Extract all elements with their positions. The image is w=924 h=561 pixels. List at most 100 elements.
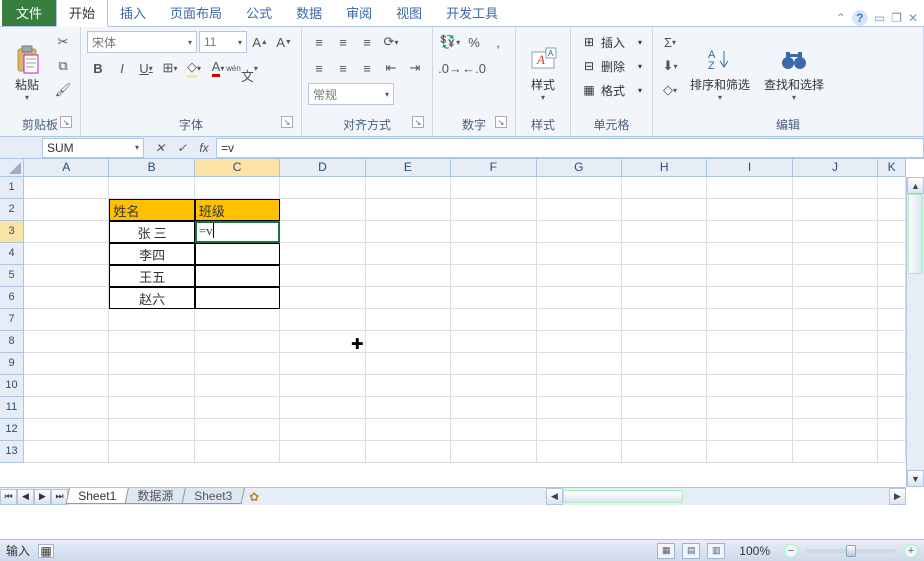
cell[interactable] xyxy=(707,221,792,243)
cell[interactable] xyxy=(109,441,194,463)
cell[interactable] xyxy=(109,419,194,441)
cell[interactable] xyxy=(537,331,622,353)
column-header[interactable]: A xyxy=(24,159,109,176)
tab-insert[interactable]: 插入 xyxy=(108,0,158,26)
fill-button[interactable]: ⬇▾ xyxy=(659,55,681,77)
cell[interactable] xyxy=(280,265,365,287)
column-header[interactable]: H xyxy=(622,159,707,176)
styles-button[interactable]: AA 样式 ▾ xyxy=(522,31,564,114)
cell[interactable]: 赵六 xyxy=(109,287,194,309)
cell[interactable] xyxy=(24,221,109,243)
row-header[interactable]: 8 xyxy=(0,331,23,353)
cell[interactable] xyxy=(878,287,906,309)
cell[interactable] xyxy=(24,353,109,375)
cell[interactable] xyxy=(280,331,365,353)
column-header[interactable]: I xyxy=(707,159,792,176)
page-break-view-button[interactable]: ▥ xyxy=(707,543,725,559)
cell[interactable] xyxy=(195,441,280,463)
phonetic-button[interactable]: wén文▾ xyxy=(231,57,253,79)
minimize-ribbon-icon[interactable]: ⌃ xyxy=(836,11,846,25)
comma-button[interactable]: , xyxy=(487,31,509,53)
cell[interactable] xyxy=(280,309,365,331)
orientation-button[interactable]: ⟳▾ xyxy=(380,31,402,53)
cell[interactable] xyxy=(280,375,365,397)
cell[interactable] xyxy=(537,265,622,287)
cell[interactable] xyxy=(707,265,792,287)
cell[interactable]: 姓名 xyxy=(109,199,194,221)
cell[interactable] xyxy=(109,309,194,331)
column-header[interactable]: B xyxy=(109,159,194,176)
spreadsheet-grid[interactable]: ABCDEFGHIJK 12345678910111213 ✚ 姓名班级张 三=… xyxy=(0,159,924,505)
column-header[interactable]: J xyxy=(793,159,878,176)
row-header[interactable]: 12 xyxy=(0,419,23,441)
row-header[interactable]: 3 xyxy=(0,221,23,243)
select-all-button[interactable] xyxy=(0,159,24,177)
cell[interactable] xyxy=(280,199,365,221)
sort-filter-button[interactable]: AZ 排序和筛选▾ xyxy=(685,31,755,114)
cell[interactable]: 班级 xyxy=(195,199,280,221)
cell[interactable] xyxy=(878,353,906,375)
cell[interactable] xyxy=(195,375,280,397)
cell[interactable] xyxy=(109,331,194,353)
cell[interactable] xyxy=(707,441,792,463)
dialog-launcher-icon[interactable]: ↘ xyxy=(281,116,293,128)
wrap-select[interactable]: 常规▾ xyxy=(308,83,394,105)
tab-data[interactable]: 数据 xyxy=(284,0,334,26)
cell[interactable] xyxy=(793,287,878,309)
align-right-button[interactable]: ≡ xyxy=(356,57,378,79)
cell[interactable] xyxy=(366,331,451,353)
cell[interactable] xyxy=(622,309,707,331)
cell[interactable] xyxy=(195,309,280,331)
cell[interactable] xyxy=(537,375,622,397)
italic-button[interactable]: I xyxy=(111,57,133,79)
cell[interactable] xyxy=(280,441,365,463)
cell[interactable] xyxy=(793,419,878,441)
column-header[interactable]: F xyxy=(451,159,536,176)
row-header[interactable]: 11 xyxy=(0,397,23,419)
page-layout-view-button[interactable]: ▤ xyxy=(682,543,700,559)
cell[interactable] xyxy=(878,243,906,265)
scroll-thumb[interactable] xyxy=(563,490,683,503)
cell[interactable] xyxy=(366,375,451,397)
cell[interactable] xyxy=(366,441,451,463)
insert-cells-button[interactable]: ⊞插入▾ xyxy=(577,31,646,53)
cell[interactable] xyxy=(622,177,707,199)
row-header[interactable]: 5 xyxy=(0,265,23,287)
cell[interactable] xyxy=(878,177,906,199)
new-sheet-button[interactable]: ✿ xyxy=(249,490,259,504)
cell[interactable] xyxy=(280,243,365,265)
cell[interactable] xyxy=(537,309,622,331)
scroll-thumb[interactable] xyxy=(908,194,923,274)
cell[interactable] xyxy=(24,397,109,419)
help-icon[interactable]: ? xyxy=(852,10,868,26)
cell[interactable] xyxy=(537,243,622,265)
font-family-select[interactable]: 宋体▾ xyxy=(87,31,197,53)
cell[interactable] xyxy=(537,177,622,199)
macro-record-icon[interactable]: ▦ xyxy=(38,544,54,558)
cell[interactable] xyxy=(24,419,109,441)
cell[interactable] xyxy=(109,397,194,419)
decrease-decimal-button[interactable]: ←.0 xyxy=(463,57,485,79)
cell[interactable] xyxy=(24,199,109,221)
cell[interactable] xyxy=(280,353,365,375)
cell[interactable] xyxy=(451,397,536,419)
cell[interactable] xyxy=(24,309,109,331)
cell[interactable] xyxy=(622,419,707,441)
scroll-left-button[interactable]: ◀ xyxy=(546,488,563,505)
cell[interactable] xyxy=(707,199,792,221)
align-center-button[interactable]: ≡ xyxy=(332,57,354,79)
cell[interactable] xyxy=(366,419,451,441)
tab-home[interactable]: 开始 xyxy=(56,0,108,27)
border-button[interactable]: ⊞▾ xyxy=(159,57,181,79)
cell[interactable] xyxy=(109,375,194,397)
cell[interactable] xyxy=(878,221,906,243)
window-restore-icon[interactable]: ❐ xyxy=(891,11,902,25)
row-header[interactable]: 4 xyxy=(0,243,23,265)
sheet-tab-active[interactable]: Sheet1 xyxy=(66,488,129,504)
align-top-button[interactable]: ≡ xyxy=(308,31,330,53)
row-header[interactable]: 9 xyxy=(0,353,23,375)
name-box[interactable]: SUM▾ xyxy=(42,138,144,158)
clear-button[interactable]: ◇▾ xyxy=(659,79,681,101)
column-header[interactable]: D xyxy=(280,159,365,176)
vertical-scrollbar[interactable]: ▲ ▼ xyxy=(906,177,924,487)
